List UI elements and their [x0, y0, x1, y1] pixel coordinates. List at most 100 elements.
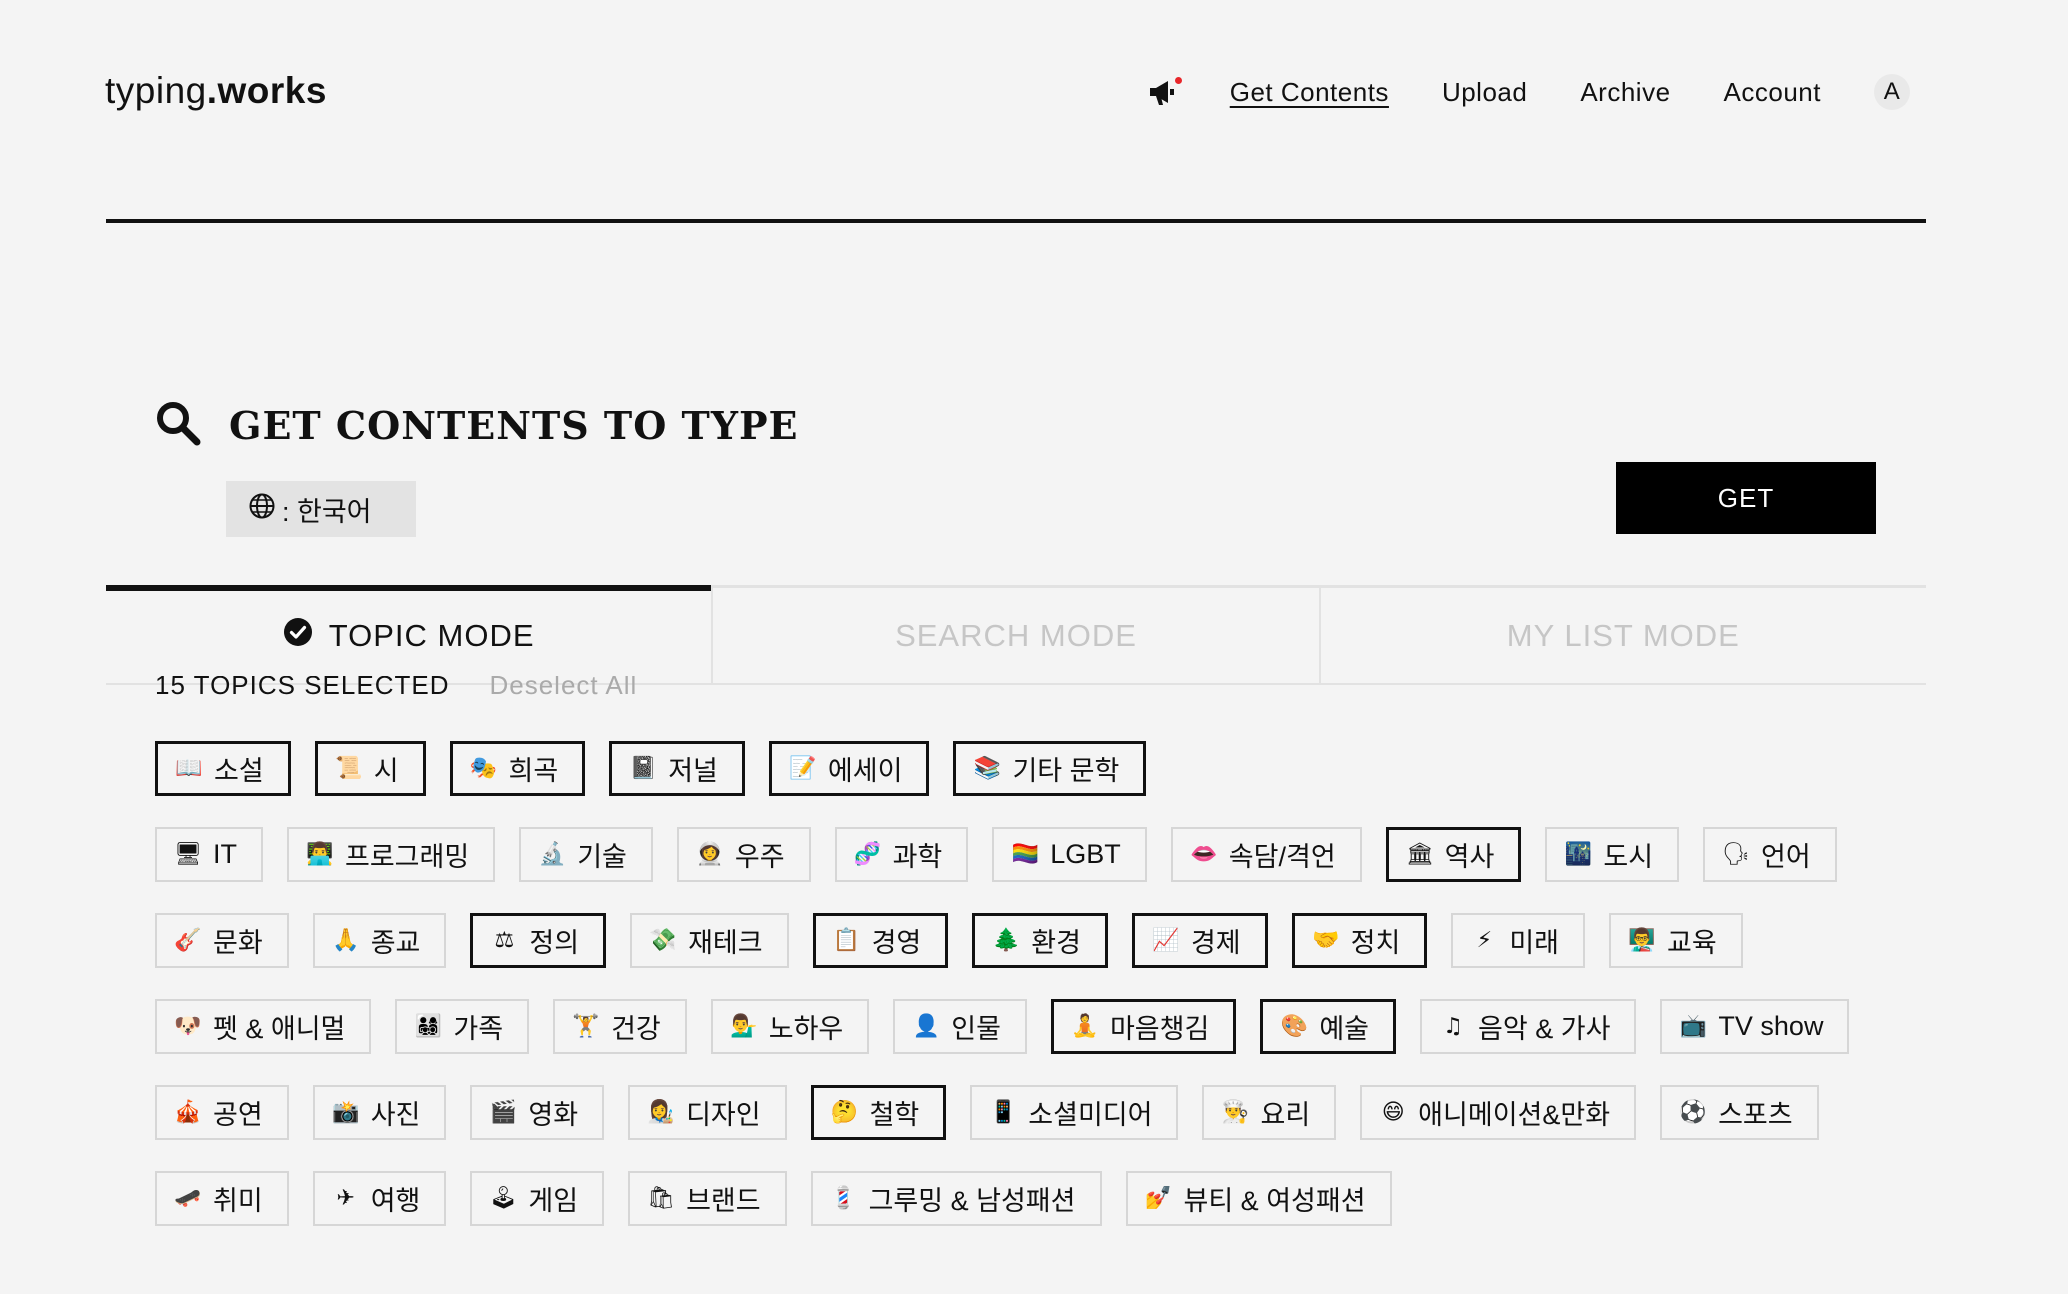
topic-chip[interactable]: 👤 인물	[893, 999, 1027, 1054]
topic-emoji-icon: 🤝	[1311, 928, 1340, 953]
topic-chip[interactable]: 📋 경영	[812, 913, 949, 968]
check-circle-icon	[283, 617, 313, 655]
topic-chip[interactable]: 📈 경제	[1131, 913, 1268, 968]
topic-chip[interactable]: ⚽ 스포츠	[1660, 1085, 1819, 1140]
topic-chip[interactable]: 🤔 철학	[810, 1085, 947, 1140]
topic-emoji-icon: 🙏	[331, 928, 360, 953]
topic-emoji-icon: 📸	[331, 1100, 360, 1125]
topic-label: 스포츠	[1718, 1100, 1793, 1130]
topic-chip[interactable]: 📺 TV show	[1660, 999, 1850, 1054]
page-title: GET CONTENTS TO TYPE	[229, 403, 799, 448]
topic-label: 소설	[214, 756, 264, 786]
topic-chip[interactable]: 🧬 과학	[834, 827, 969, 882]
topic-chip[interactable]: 📖 소설	[155, 741, 291, 796]
topic-chip[interactable]: 📸 사진	[312, 1085, 447, 1140]
topic-chip[interactable]: 👄 속담/격언	[1170, 827, 1362, 882]
topic-chip[interactable]: 🔬 기술	[519, 827, 653, 882]
topic-chip[interactable]: 📝 에세이	[768, 741, 930, 796]
topic-chip[interactable]: 💈 그루밍 & 남성패션	[810, 1171, 1102, 1226]
megaphone-icon[interactable]	[1146, 75, 1182, 109]
deselect-all-link[interactable]: Deselect All	[489, 676, 637, 700]
topic-chip[interactable]: 🏳️‍🌈 LGBT	[992, 827, 1147, 882]
topic-label: 그루밍 & 남성패션	[868, 1186, 1076, 1216]
tab-topic-mode[interactable]: TOPIC MODE	[106, 585, 712, 683]
tab-search-mode[interactable]: SEARCH MODE	[711, 588, 1318, 683]
topic-chip[interactable]: 🛹 취미	[155, 1171, 289, 1226]
topic-emoji-icon: 💈	[829, 1186, 858, 1211]
topic-chip[interactable]: 👩‍🚀 우주	[676, 827, 811, 882]
topic-label: 프로그래밍	[345, 842, 470, 872]
tab-my-list-mode[interactable]: MY LIST MODE	[1318, 588, 1926, 683]
topic-emoji-icon: ♫	[1443, 1014, 1463, 1039]
topic-emoji-icon: 🎨	[1280, 1014, 1309, 1039]
topic-label: 디자인	[686, 1100, 761, 1130]
nav-account[interactable]: Account	[1724, 77, 1821, 108]
topic-chip[interactable]: 🧘 마음챙김	[1050, 999, 1237, 1054]
topic-chip[interactable]: ✈ 여행	[312, 1171, 447, 1226]
topic-chip[interactable]: 📜 시	[314, 741, 426, 796]
topic-chip[interactable]: 💸 재테크	[630, 913, 789, 968]
topic-chip[interactable]: 🌃 도시	[1545, 827, 1680, 882]
topic-chip[interactable]: ♫ 음악 & 가사	[1420, 999, 1637, 1054]
topic-chip[interactable]: 📓 저널	[609, 741, 745, 796]
topic-emoji-icon: 💁‍♂️	[730, 1014, 758, 1039]
topic-chip[interactable]: 🎭 희곡	[449, 741, 586, 796]
topic-label: 애니메이션&만화	[1418, 1100, 1611, 1130]
topic-chip[interactable]: 💅 뷰티 & 여성패션	[1125, 1171, 1392, 1226]
topic-chip[interactable]: 🎪 공연	[155, 1085, 289, 1140]
topic-row: 🐶 펫 & 애니멀 👨‍👩‍👧‍👦 가족 🏋 건강 💁‍♂️ 노하우 👤 인물 🧘 마음챙김 🎨 예술 ♫ 음…	[155, 999, 1875, 1054]
topic-chip[interactable]: 👨‍👩‍👧‍👦 가족	[395, 999, 530, 1054]
language-selector[interactable]: : 한국어	[226, 481, 416, 537]
header-divider	[106, 219, 1926, 223]
topic-emoji-icon: 👨‍🍳	[1221, 1100, 1250, 1125]
topic-chip[interactable]: 📚 기타 문학	[953, 741, 1147, 796]
topic-chip[interactable]: ⚖ 정의	[470, 913, 607, 968]
topic-chip[interactable]: ⚡ 미래	[1451, 913, 1586, 968]
topic-chip[interactable]: 🎬 영화	[470, 1085, 605, 1140]
topic-emoji-icon: 🏋	[572, 1014, 600, 1039]
topic-label: IT	[213, 839, 237, 869]
nav-archive[interactable]: Archive	[1580, 77, 1670, 108]
nav-get-contents[interactable]: Get Contents	[1230, 77, 1389, 108]
topic-chip[interactable]: 🖥 IT	[155, 827, 263, 882]
topic-label: 취미	[213, 1186, 263, 1216]
logo[interactable]: typing.works	[105, 70, 327, 112]
topic-emoji-icon: 🎪	[174, 1100, 202, 1125]
topic-chip[interactable]: 🕹 게임	[470, 1171, 605, 1226]
topic-emoji-icon: 🌲	[992, 928, 1020, 953]
topic-emoji-icon: ✈	[336, 1186, 355, 1211]
topic-chip[interactable]: 🤝 정치	[1291, 913, 1428, 968]
topic-chip[interactable]: 🏋 건강	[553, 999, 687, 1054]
topic-chip[interactable]: 😄 애니메이션&만화	[1360, 1085, 1637, 1140]
topic-label: 미래	[1509, 928, 1560, 958]
nav-upload[interactable]: Upload	[1442, 77, 1527, 108]
topic-chip[interactable]: 🎸 문화	[155, 913, 289, 968]
topic-label: 사진	[370, 1100, 421, 1130]
topic-chip[interactable]: 👨‍🍳 요리	[1202, 1085, 1337, 1140]
topic-emoji-icon: 📋	[832, 928, 861, 953]
avatar[interactable]: A	[1874, 74, 1910, 110]
topic-chip[interactable]: 🙏 종교	[312, 913, 447, 968]
topic-emoji-icon: 🗣	[1722, 842, 1751, 867]
topic-emoji-icon: 🐶	[174, 1014, 202, 1039]
topic-label: 희곡	[508, 756, 559, 786]
topic-emoji-icon: 👩‍🚀	[696, 842, 724, 867]
get-button[interactable]: GET	[1616, 462, 1876, 534]
topic-label: 건강	[611, 1014, 661, 1044]
topic-chip[interactable]: 💁‍♂️ 노하우	[710, 999, 870, 1054]
topic-chip[interactable]: 🌲 환경	[972, 913, 1108, 968]
topic-chip[interactable]: 📱 소셜미디어	[970, 1085, 1179, 1140]
topic-chip[interactable]: 👩‍🎨 디자인	[628, 1085, 787, 1140]
topic-chip[interactable]: 🗣 언어	[1703, 827, 1837, 882]
globe-icon	[248, 492, 276, 527]
topic-emoji-icon: 📚	[973, 756, 1002, 781]
topic-emoji-icon: 🎸	[174, 928, 202, 953]
topic-emoji-icon: 👄	[1190, 842, 1218, 867]
topic-chip[interactable]: 👨‍🏫 교육	[1609, 913, 1743, 968]
topic-chip[interactable]: 👨‍💻 프로그래밍	[287, 827, 496, 882]
topic-chip[interactable]: 🛍 브랜드	[628, 1171, 787, 1226]
topic-chip[interactable]: 🐶 펫 & 애니멀	[155, 999, 372, 1054]
topic-chip[interactable]: 🏛 역사	[1385, 827, 1522, 882]
topic-label: 펫 & 애니멀	[213, 1014, 346, 1044]
topic-chip[interactable]: 🎨 예술	[1260, 999, 1397, 1054]
